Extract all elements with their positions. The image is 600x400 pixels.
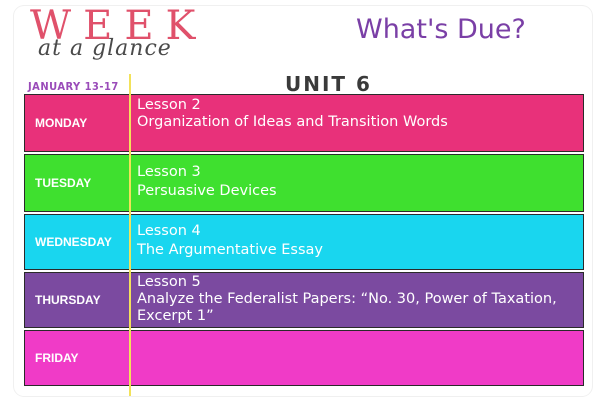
day-label: MONDAY [35, 116, 88, 130]
lesson-topic: Persuasive Devices [137, 183, 277, 199]
day-row-friday: FRIDAY [24, 330, 584, 386]
column-divider [129, 74, 131, 396]
lesson-content: Lesson 5 Analyze the Federalist Papers: … [137, 274, 575, 325]
lesson-topic: Analyze the Federalist Papers: “No. 30, … [137, 291, 557, 324]
whats-due-heading: What's Due? [356, 14, 526, 45]
day-row-monday: MONDAY Lesson 2 Organization of Ideas an… [24, 94, 584, 152]
day-label: WEDNESDAY [35, 235, 112, 249]
date-range: JANUARY 13-17 [28, 80, 119, 93]
day-row-thursday: THURSDAY Lesson 5 Analyze the Federalist… [24, 272, 584, 328]
lesson-content: Lesson 4 The Argumentative Essay [137, 222, 575, 260]
lesson-number: Lesson 5 [137, 274, 201, 290]
day-row-wednesday: WEDNESDAY Lesson 4 The Argumentative Ess… [24, 214, 584, 270]
day-row-tuesday: TUESDAY Lesson 3 Persuasive Devices [24, 154, 584, 212]
unit-title: UNIT 6 [285, 72, 372, 96]
lesson-content: Lesson 3 Persuasive Devices [137, 163, 575, 201]
lesson-number: Lesson 3 [137, 164, 201, 180]
lesson-topic: The Argumentative Essay [137, 242, 323, 258]
lesson-number: Lesson 4 [137, 223, 201, 239]
lesson-topic: Organization of Ideas and Transition Wor… [137, 114, 448, 130]
lesson-number: Lesson 2 [137, 97, 201, 113]
at-a-glance-subtitle: at a glance [38, 36, 172, 61]
day-label: FRIDAY [35, 351, 79, 365]
day-label: TUESDAY [35, 176, 92, 190]
day-label: THURSDAY [35, 293, 101, 307]
lesson-content: Lesson 2 Organization of Ideas and Trans… [137, 97, 575, 131]
